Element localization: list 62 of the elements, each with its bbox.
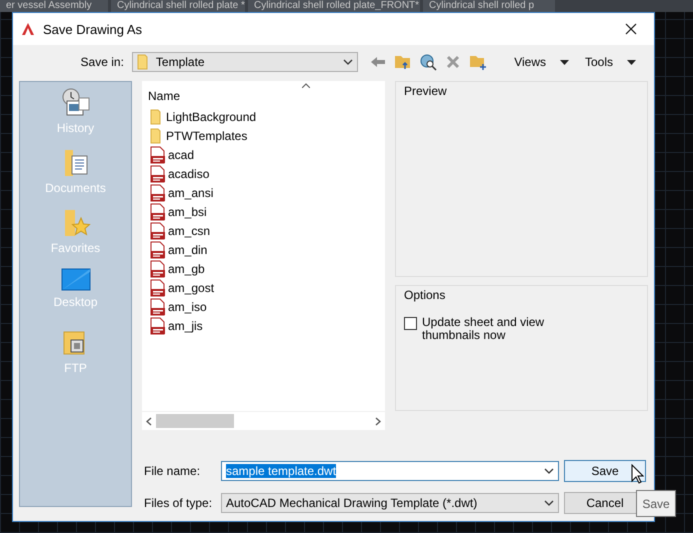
delete-x-icon — [446, 55, 460, 69]
folder-plus-icon — [469, 54, 488, 70]
document-tab[interactable]: Cylindrical shell rolled plate * — [111, 0, 245, 12]
dwt-file-icon — [150, 222, 166, 240]
caret-icon — [560, 60, 569, 64]
save-in-dropdown[interactable]: Template — [132, 52, 358, 72]
document-tab[interactable]: Cylindrical shell rolled p — [423, 0, 555, 12]
file-name-label: File name: — [144, 464, 202, 478]
dwt-file-icon — [150, 260, 166, 278]
scroll-right-icon — [375, 416, 381, 426]
caret-icon — [544, 468, 554, 474]
file-item[interactable]: am_bsi — [148, 202, 207, 221]
window-title: Save Drawing As — [43, 22, 143, 36]
dwt-file-icon — [150, 184, 166, 202]
dwt-file-icon — [150, 278, 166, 296]
file-item[interactable]: am_csn — [148, 221, 210, 240]
dwt-file-icon — [150, 164, 166, 182]
caret-icon — [627, 60, 636, 64]
save-in-label: Save in: — [80, 55, 124, 69]
dwt-file-icon — [150, 146, 166, 164]
document-tab[interactable]: Cylindrical shell rolled plate_FRONT* — [248, 0, 420, 12]
back-arrow-icon — [370, 56, 386, 68]
file-type-label: Files of type: — [144, 496, 214, 510]
caret-icon — [544, 500, 554, 506]
file-item[interactable]: am_gb — [148, 259, 205, 278]
file-type-dropdown[interactable]: AutoCAD Mechanical Drawing Template (*.dwt) — [221, 493, 559, 513]
checkbox[interactable] — [404, 317, 417, 330]
file-item[interactable]: am_gost — [148, 278, 214, 297]
dwt-file-icon — [150, 202, 166, 220]
file-item[interactable]: am_iso — [148, 297, 207, 316]
globe-search-icon — [419, 53, 438, 71]
dwt-file-icon — [150, 298, 166, 316]
sort-caret-icon — [302, 83, 310, 88]
dwt-file-icon — [150, 316, 166, 334]
options-label: Options — [404, 288, 446, 302]
app-logo-icon — [21, 22, 35, 36]
mouse-cursor-icon — [631, 464, 644, 484]
tooltip: Save — [636, 490, 676, 517]
toolbar-menu[interactable]: Views — [506, 55, 577, 69]
dwt-file-icon — [150, 240, 166, 258]
column-header[interactable]: Name — [148, 85, 385, 107]
folder-arrow-icon — [394, 54, 412, 70]
file-item[interactable]: LightBackground — [148, 107, 256, 126]
scroll-left-icon — [146, 416, 152, 426]
save-button[interactable]: Save — [564, 460, 646, 482]
preview-label: Preview — [404, 84, 448, 98]
file-item[interactable]: PTWTemplates — [148, 126, 248, 145]
caret-icon — [343, 59, 354, 65]
checkbox-label: Update sheet and view thumbnails now — [422, 316, 546, 342]
file-item[interactable]: acad — [148, 145, 194, 164]
file-item[interactable]: am_din — [148, 240, 208, 259]
close-icon — [625, 23, 637, 35]
toolbar-menu[interactable]: Tools — [576, 55, 644, 69]
file-item[interactable]: acadiso — [148, 164, 210, 183]
clock-document-icon — [60, 88, 90, 118]
search-web-button[interactable] — [418, 52, 438, 72]
desktop-icon — [60, 268, 90, 292]
document-tab[interactable]: er vessel Assembly — [0, 0, 108, 12]
horizontal-scrollbar[interactable] — [142, 411, 385, 430]
file-item[interactable]: am_ansi — [148, 183, 214, 202]
file-name-field[interactable]: sample template.dwt — [221, 461, 559, 481]
file-item[interactable]: am_jis — [148, 316, 203, 335]
